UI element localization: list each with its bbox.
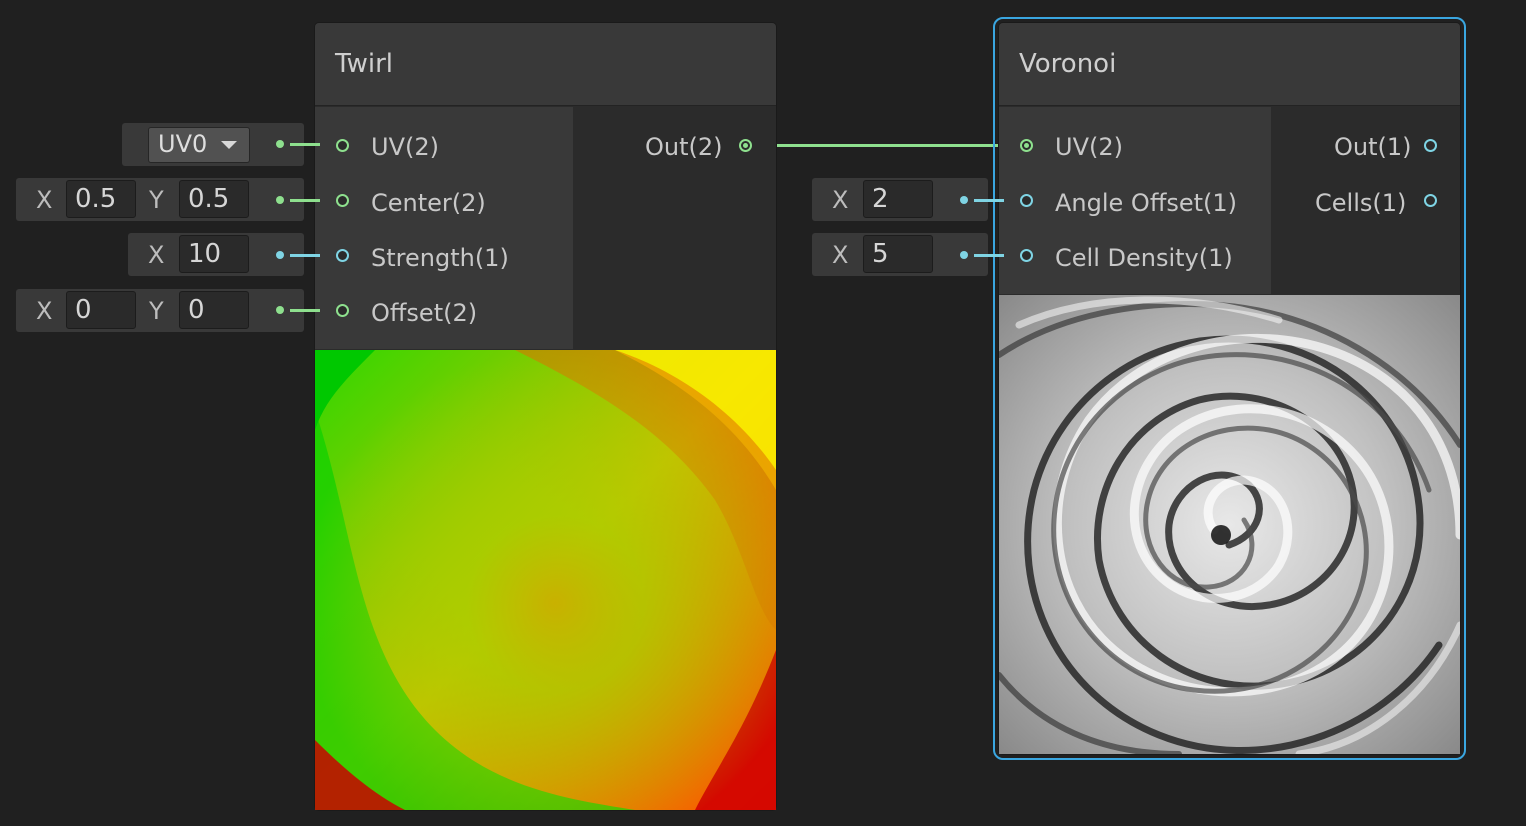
voronoi-angle-offset-port[interactable]	[1020, 194, 1033, 207]
chevron-down-icon	[221, 141, 237, 149]
voronoi-angle-offset-field-dot	[960, 196, 968, 204]
twirl-strength-field-wire	[290, 254, 320, 257]
voronoi-uv-port[interactable]	[1020, 139, 1033, 152]
strength-input[interactable]: 10	[179, 235, 249, 273]
voronoi-cell-density-field-wire	[974, 254, 1004, 257]
twirl-offset-label: Offset(2)	[371, 299, 478, 327]
center-y-axis-label: Y	[149, 186, 164, 214]
twirl-out-port[interactable]	[739, 139, 752, 152]
voronoi-cells-port[interactable]	[1424, 194, 1437, 207]
voronoi-angle-offset-label: Angle Offset(1)	[1055, 189, 1238, 217]
offset-x-input[interactable]: 0	[66, 291, 136, 329]
twirl-offset-field-wire	[290, 309, 320, 312]
twirl-node[interactable]: Twirl UV(2) Center(2) Strength(1) Offset…	[315, 23, 776, 810]
twirl-node-title[interactable]: Twirl	[315, 23, 776, 106]
twirl-center-label: Center(2)	[371, 189, 486, 217]
center-x-axis-label: X	[36, 186, 53, 214]
voronoi-cells-label: Cells(1)	[1315, 189, 1407, 217]
offset-y-input[interactable]: 0	[179, 291, 249, 329]
voronoi-node[interactable]: Voronoi UV(2) Angle Offset(1) Cell Densi…	[999, 23, 1460, 754]
angle-offset-input[interactable]: 2	[863, 180, 933, 218]
voronoi-uv-label: UV(2)	[1055, 133, 1123, 161]
angle-offset-x-axis-label: X	[832, 186, 849, 214]
cell-density-input[interactable]: 5	[863, 235, 933, 273]
twirl-uv-label: UV(2)	[371, 133, 439, 161]
strength-x-axis-label: X	[148, 241, 165, 269]
twirl-center-field-wire	[290, 199, 320, 202]
voronoi-cell-density-label: Cell Density(1)	[1055, 244, 1233, 272]
voronoi-preview	[999, 295, 1460, 754]
twirl-uv-port[interactable]	[336, 139, 349, 152]
center-y-input[interactable]: 0.5	[179, 180, 249, 218]
twirl-uv-field-dot	[276, 140, 284, 148]
voronoi-out-label: Out(1)	[1334, 133, 1412, 161]
edge-twirl-to-voronoi[interactable]	[755, 144, 1027, 147]
uv-channel-dropdown[interactable]: UV0	[148, 127, 250, 163]
voronoi-cell-density-port[interactable]	[1020, 249, 1033, 262]
twirl-center-field-dot	[276, 196, 284, 204]
voronoi-angle-offset-field-wire	[974, 199, 1004, 202]
offset-y-axis-label: Y	[149, 297, 164, 325]
voronoi-cell-density-field-dot	[960, 251, 968, 259]
twirl-uv-field-wire	[290, 143, 320, 146]
twirl-out-label: Out(2)	[645, 133, 723, 161]
uv-channel-value: UV0	[158, 130, 208, 158]
cell-density-x-axis-label: X	[832, 241, 849, 269]
twirl-preview	[315, 350, 776, 810]
twirl-strength-field-dot	[276, 251, 284, 259]
twirl-center-port[interactable]	[336, 194, 349, 207]
voronoi-out-port[interactable]	[1424, 139, 1437, 152]
twirl-offset-port[interactable]	[336, 304, 349, 317]
twirl-strength-port[interactable]	[336, 249, 349, 262]
voronoi-node-title[interactable]: Voronoi	[999, 23, 1460, 106]
twirl-strength-label: Strength(1)	[371, 244, 509, 272]
center-x-input[interactable]: 0.5	[66, 180, 136, 218]
offset-x-axis-label: X	[36, 297, 53, 325]
twirl-offset-field-dot	[276, 306, 284, 314]
